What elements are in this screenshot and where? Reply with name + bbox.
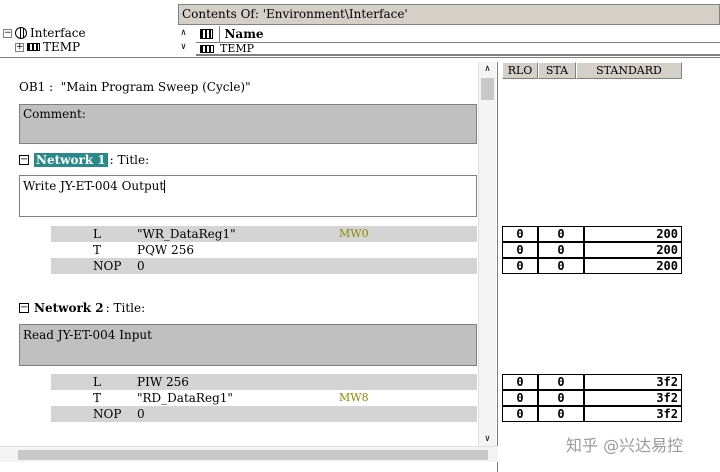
statement-op: T xyxy=(93,391,102,405)
block-comment-label: Comment: xyxy=(23,107,86,121)
tree-scrollbar[interactable]: ∧ ∨ xyxy=(175,26,192,56)
status-row: 0 0 200 xyxy=(502,258,682,274)
statement-arg: PIW 256 xyxy=(137,375,189,389)
scroll-up-icon[interactable]: ∧ xyxy=(479,62,496,76)
statement-row[interactable]: NOP 0 xyxy=(51,258,477,274)
standard-value: 200 xyxy=(584,258,682,274)
standard-value: 200 xyxy=(584,226,682,242)
contents-of-label: Contents Of: 'Environment\Interface' xyxy=(182,7,408,21)
network-2-header[interactable]: − Network 2 : Title: xyxy=(19,301,145,315)
name-row-temp[interactable]: TEMP xyxy=(196,42,720,56)
block-title: OB1 : "Main Program Sweep (Cycle)" xyxy=(19,80,251,94)
statement-op: L xyxy=(93,375,101,389)
editor-horizontal-scrollbar[interactable] xyxy=(0,446,498,462)
variable-block-icon xyxy=(27,43,40,51)
status-row: 0 0 3f2 xyxy=(502,374,682,390)
stl-editor[interactable]: OB1 : "Main Program Sweep (Cycle)" Comme… xyxy=(0,62,527,472)
standard-value: 3f2 xyxy=(584,390,682,406)
statement-op: NOP xyxy=(93,259,122,273)
standard-value: 200 xyxy=(584,242,682,258)
statement-row[interactable]: NOP 0 xyxy=(51,406,477,422)
statement-row[interactable]: T PQW 256 xyxy=(51,242,477,258)
network-1-header[interactable]: − Network 1 : Title: xyxy=(19,152,150,168)
globe-icon xyxy=(15,27,27,39)
status-row: 0 0 200 xyxy=(502,226,682,242)
collapse-icon[interactable]: − xyxy=(19,303,29,313)
network-1-label[interactable]: Network 1 xyxy=(33,152,109,168)
tree-item-temp[interactable]: + TEMP xyxy=(3,40,175,54)
interface-pane: Contents Of: 'Environment\Interface' − I… xyxy=(0,0,720,58)
sta-value: 0 xyxy=(538,374,584,390)
statement-address: MW8 xyxy=(339,391,369,404)
scroll-down-icon[interactable]: ∨ xyxy=(479,432,496,446)
rlo-value: 0 xyxy=(502,374,538,390)
network-2-label[interactable]: Network 2 xyxy=(34,301,104,315)
text-caret xyxy=(164,180,166,193)
expand-icon[interactable]: + xyxy=(15,42,24,52)
rlo-value: 0 xyxy=(502,226,538,242)
sta-column-header[interactable]: STA xyxy=(538,62,576,79)
name-row-label: TEMP xyxy=(220,42,255,55)
tree-item-label: Interface xyxy=(30,26,86,40)
contents-of-bar: Contents Of: 'Environment\Interface' xyxy=(178,4,720,25)
tree-item-interface[interactable]: − Interface xyxy=(3,26,175,40)
statement-row[interactable]: L PIW 256 xyxy=(51,374,477,390)
interface-tree: − Interface + TEMP xyxy=(3,26,175,56)
tree-item-label: TEMP xyxy=(43,40,81,54)
statement-op: NOP xyxy=(93,407,122,421)
status-row: 0 0 200 xyxy=(502,242,682,258)
statement-op: T xyxy=(93,243,102,257)
sta-value: 0 xyxy=(538,258,584,274)
scroll-up-icon[interactable]: ∧ xyxy=(175,26,192,40)
rlo-value: 0 xyxy=(502,390,538,406)
scrollbar-thumb[interactable] xyxy=(18,450,488,460)
standard-column-header[interactable]: STANDARD xyxy=(576,62,682,79)
rlo-value: 0 xyxy=(502,242,538,258)
network-title-label: : Title: xyxy=(105,301,146,315)
sta-value: 0 xyxy=(538,390,584,406)
statement-arg: "WR_DataReg1" xyxy=(137,227,236,241)
statement-op: L xyxy=(93,227,101,241)
rlo-value: 0 xyxy=(502,258,538,274)
block-comment-box[interactable]: Comment: xyxy=(19,104,477,144)
statement-row[interactable]: T "RD_DataReg1" MW8 xyxy=(51,390,477,406)
statement-address: MW0 xyxy=(339,227,369,240)
standard-value: 3f2 xyxy=(584,406,682,422)
statement-row[interactable]: L "WR_DataReg1" MW0 xyxy=(51,226,527,242)
statement-arg: PQW 256 xyxy=(137,243,194,257)
sta-value: 0 xyxy=(538,242,584,258)
scrollbar-thumb[interactable] xyxy=(481,78,494,100)
name-column-header[interactable]: Name xyxy=(196,25,720,43)
sta-value: 0 xyxy=(538,226,584,242)
status-row: 0 0 3f2 xyxy=(502,406,682,422)
statement-arg: 0 xyxy=(137,407,145,421)
collapse-icon[interactable]: − xyxy=(19,155,29,165)
variable-block-icon xyxy=(200,44,214,53)
name-header-label: Name xyxy=(219,25,720,43)
network-1-comment-field[interactable]: Write JY-ET-004 Output xyxy=(19,175,477,217)
scroll-down-icon[interactable]: ∨ xyxy=(175,40,192,54)
statement-arg: 0 xyxy=(137,259,145,273)
network-title-label: : Title: xyxy=(109,153,150,167)
network-2-comment-text: Read JY-ET-004 Input xyxy=(23,328,152,342)
network-2-comment-field[interactable]: Read JY-ET-004 Input xyxy=(19,324,477,366)
status-row: 0 0 3f2 xyxy=(502,390,682,406)
network-1-comment-text: Write JY-ET-004 Output xyxy=(23,179,165,193)
statement-arg: "RD_DataReg1" xyxy=(137,391,233,405)
rlo-value: 0 xyxy=(502,406,538,422)
editor-vertical-scrollbar[interactable]: ∧ ∨ xyxy=(478,62,496,446)
watermark-text: 知乎 @兴达易控 xyxy=(566,436,684,455)
standard-value: 3f2 xyxy=(584,374,682,390)
variable-block-icon xyxy=(200,29,214,39)
program-status-pane: RLO STA STANDARD 0 0 200 0 0 200 0 0 200… xyxy=(500,62,720,472)
rlo-column-header[interactable]: RLO xyxy=(502,62,538,79)
sta-value: 0 xyxy=(538,406,584,422)
collapse-icon[interactable]: − xyxy=(3,28,12,38)
